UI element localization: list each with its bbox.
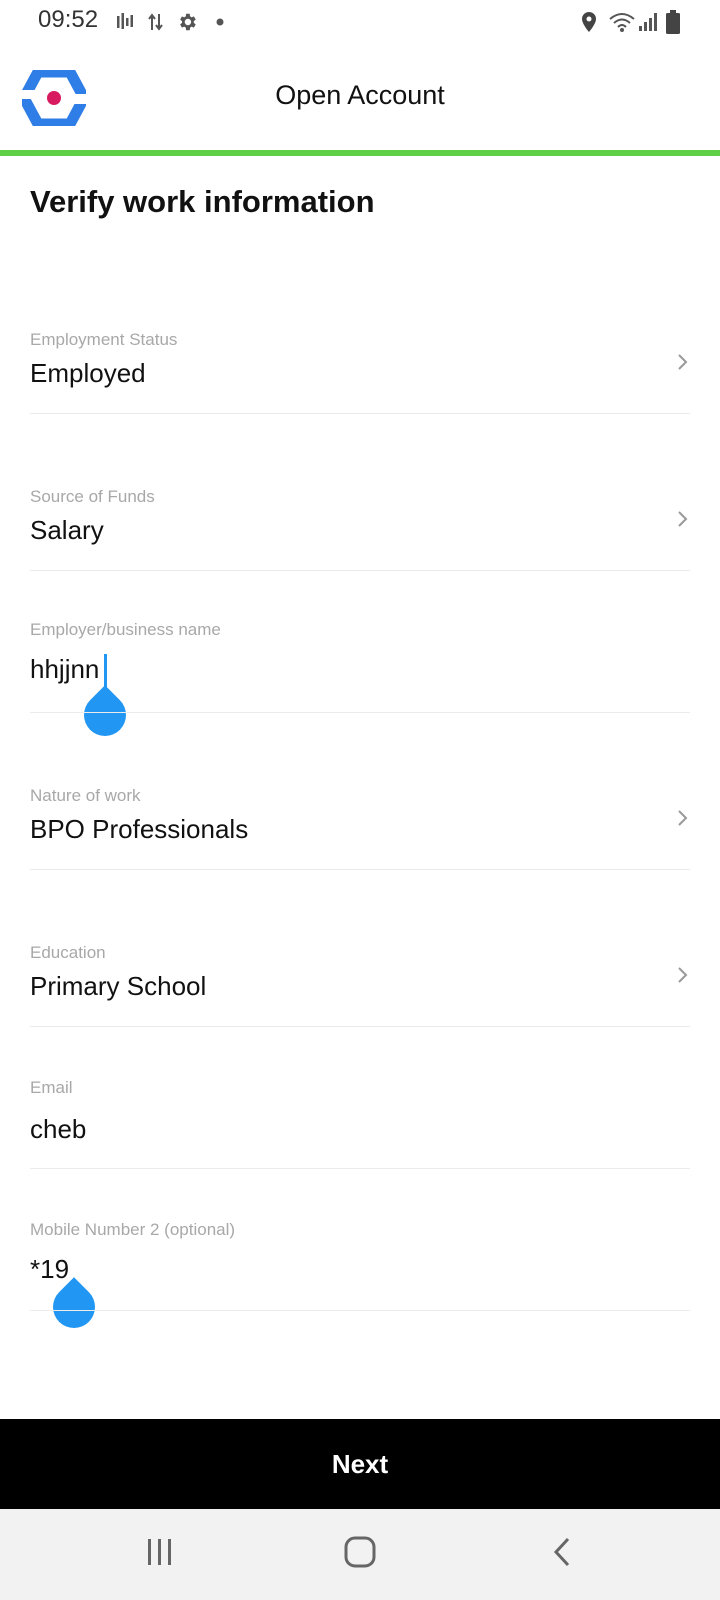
settings-gear-icon [176,10,198,34]
signal-activity-icon [116,10,134,34]
employment-status-value: Employed [30,358,146,388]
divider [30,1310,690,1311]
source-of-funds-value: Salary [30,515,104,545]
chevron-right-icon [676,967,690,983]
divider [30,570,690,571]
employer-name-field[interactable]: Employer/business name hhjjnn [0,600,720,745]
source-of-funds-label: Source of Funds [30,487,155,506]
page-title: Verify work information [30,184,375,219]
data-transfer-icon [148,10,164,34]
email-label: Email [30,1078,73,1097]
divider [30,413,690,414]
cursor-handle[interactable] [44,1277,104,1337]
chevron-right-icon [676,354,690,370]
divider [30,869,690,870]
employment-status-field[interactable]: Employment Status Employed [0,310,720,414]
nature-of-work-field[interactable]: Nature of work BPO Professionals [0,766,720,870]
education-value: Primary School [30,971,207,1001]
notification-dot-icon [216,10,224,34]
text-cursor [104,654,107,688]
employer-name-input[interactable]: hhjjnn [30,654,99,685]
wifi-icon [608,10,636,34]
chevron-right-icon [676,511,690,527]
status-time: 09:52 [38,6,99,33]
chevron-right-icon [676,810,690,826]
cursor-handle[interactable] [75,685,135,745]
cell-signal-icon [638,10,660,34]
back-icon[interactable] [532,1527,592,1577]
status-bar: 09:52 [0,0,720,48]
home-icon[interactable] [330,1527,390,1577]
email-field[interactable]: Email cheb [0,1058,720,1168]
mobile-number-2-field[interactable]: Mobile Number 2 (optional) *19 [0,1200,720,1337]
divider [30,1026,690,1027]
next-button[interactable]: Next [0,1419,720,1509]
battery-icon [666,10,680,34]
location-icon [580,10,598,34]
app-header: Open Account [0,48,720,150]
system-nav-bar [0,1509,720,1600]
employer-name-label: Employer/business name [30,620,221,639]
nature-of-work-label: Nature of work [30,786,141,805]
mobile-number-2-input[interactable]: *19 [30,1254,69,1285]
employment-status-label: Employment Status [30,330,178,349]
header-title: Open Account [275,80,445,110]
education-field[interactable]: Education Primary School [0,923,720,1027]
divider [30,1168,690,1169]
source-of-funds-field[interactable]: Source of Funds Salary [0,467,720,571]
divider [30,712,690,713]
progress-bar [0,150,720,156]
recent-apps-icon[interactable] [130,1527,190,1577]
education-label: Education [30,943,106,962]
nature-of-work-value: BPO Professionals [30,814,249,844]
email-input[interactable]: cheb [30,1114,86,1145]
mobile-number-2-label: Mobile Number 2 (optional) [30,1220,236,1239]
